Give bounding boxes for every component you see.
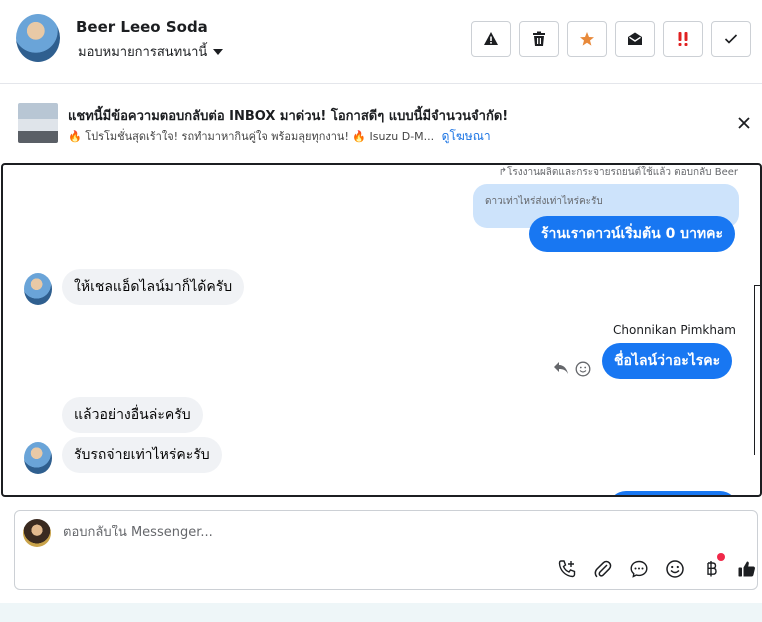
thumbs-up-icon xyxy=(738,561,755,577)
assign-conversation-dropdown[interactable]: มอบหมายการสนทนานี้ xyxy=(78,41,224,62)
agent-avatar xyxy=(23,519,51,547)
call-button[interactable] xyxy=(555,557,579,581)
message-tools xyxy=(553,361,591,377)
warning-icon xyxy=(484,32,498,45)
reply-arrow-icon: ↱ xyxy=(498,167,507,178)
promo-subtitle-text: 🔥 โปรโมชั่นสุดเร้าใจ! รถทำมาหากินคู่ใจ พ… xyxy=(68,130,435,143)
message-bubble-partial xyxy=(608,491,738,495)
contact-avatar-small xyxy=(24,442,52,474)
paperclip-icon xyxy=(594,560,612,578)
reply-input[interactable] xyxy=(63,525,663,540)
notification-dot xyxy=(717,553,725,561)
emoji-button[interactable] xyxy=(663,557,687,581)
priority-button[interactable] xyxy=(663,21,703,57)
trash-icon xyxy=(533,31,545,46)
conversation-header: Beer Leeo Soda มอบหมายการสนทนานี้ xyxy=(0,0,762,84)
contact-avatar[interactable] xyxy=(16,14,60,62)
message-bubble-incoming[interactable]: รับรถจ่ายเท่าไหร่คะรับ xyxy=(62,437,222,473)
close-icon[interactable] xyxy=(736,115,752,131)
promo-thumbnail xyxy=(18,103,58,143)
footer-band xyxy=(0,603,762,622)
assign-label: มอบหมายการสนทนานี้ xyxy=(78,45,208,60)
warning-button[interactable] xyxy=(471,21,511,57)
double-exclamation-icon xyxy=(678,32,688,46)
caret-down-icon xyxy=(213,48,224,55)
promo-title: แชทนี้มีข้อความตอบกลับต่อ INBOX มาด่วน! … xyxy=(68,109,509,124)
side-panel-edge xyxy=(754,285,760,455)
message-bubble-outgoing[interactable]: ร้านเราดาวน์เริ่มต้น 0 บาทคะ xyxy=(529,216,736,252)
message-bubble-incoming[interactable]: ให้เชลแอ็ดไลน์มาก็ได้ครับ xyxy=(62,269,245,305)
promo-banner: แชทนี้มีข้อความตอบกลับต่อ INBOX มาด่วน! … xyxy=(0,85,762,161)
message-bubble-incoming[interactable]: แล้วอย่างอื่นล่ะครับ xyxy=(62,397,203,433)
message-thread[interactable]: ↱โรงงานผลิตและกระจายรถยนต์ใช้แล้ว ตอบกลั… xyxy=(1,163,762,497)
saved-replies-button[interactable] xyxy=(627,557,651,581)
message-composer xyxy=(14,510,758,590)
mark-unread-button[interactable] xyxy=(615,21,655,57)
react-smiley-icon[interactable] xyxy=(575,361,591,377)
delete-button[interactable] xyxy=(519,21,559,57)
view-ad-link[interactable]: ดูโฆษณา xyxy=(442,129,491,143)
promo-subtitle: 🔥 โปรโมชั่นสุดเร้าใจ! รถทำมาหากินคู่ใจ พ… xyxy=(68,127,491,146)
phone-add-icon xyxy=(558,560,576,578)
payment-button[interactable] xyxy=(699,553,725,581)
smiley-icon xyxy=(666,560,684,578)
contact-avatar-small xyxy=(24,273,52,305)
sender-name: Chonnikan Pimkham xyxy=(613,323,736,337)
like-button[interactable] xyxy=(735,557,759,581)
check-icon xyxy=(724,34,738,44)
done-button[interactable] xyxy=(711,21,751,57)
reply-context-note: ↱โรงงานผลิตและกระจายรถยนต์ใช้แล้ว ตอบกลั… xyxy=(498,167,738,178)
envelope-open-icon xyxy=(628,32,642,45)
composer-tools xyxy=(555,553,759,581)
star-icon xyxy=(580,32,594,46)
reply-icon[interactable] xyxy=(553,361,569,375)
baht-icon xyxy=(707,561,717,577)
attach-button[interactable] xyxy=(591,557,615,581)
header-actions xyxy=(471,21,751,57)
chat-bubble-icon xyxy=(630,560,648,578)
contact-name[interactable]: Beer Leeo Soda xyxy=(76,18,208,36)
star-button[interactable] xyxy=(567,21,607,57)
message-bubble-outgoing[interactable]: ชื่อไลน์ว่าอะไรคะ xyxy=(602,343,733,379)
